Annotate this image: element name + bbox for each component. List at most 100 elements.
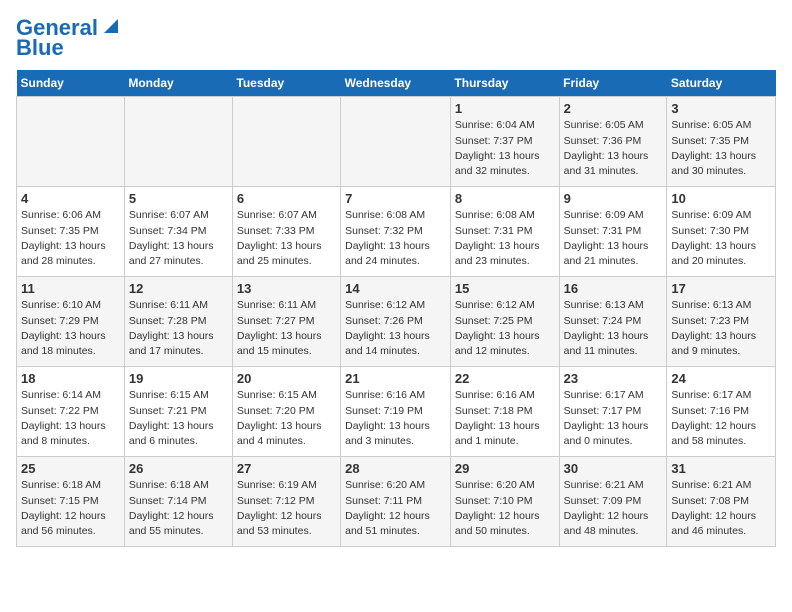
calendar-week-3: 11Sunrise: 6:10 AM Sunset: 7:29 PM Dayli…	[17, 277, 776, 367]
day-number: 13	[237, 281, 336, 296]
calendar-week-5: 25Sunrise: 6:18 AM Sunset: 7:15 PM Dayli…	[17, 457, 776, 547]
calendar-cell: 5 Sunrise: 6:07 AM Sunset: 7:34 PM Daylig…	[124, 187, 232, 277]
logo-icon	[100, 15, 122, 37]
calendar-cell: 27 Sunrise: 6:19 AM Sunset: 7:12 PM Dayli…	[232, 457, 340, 547]
day-number: 8	[455, 191, 555, 206]
calendar-cell: 10 Sunrise: 6:09 AM Sunset: 7:30 PM Dayli…	[667, 187, 776, 277]
calendar-body: 1 Sunrise: 6:04 AM Sunset: 7:37 PM Daylig…	[17, 97, 776, 547]
day-info: Sunrise: 6:16 AM Sunset: 7:19 PM Dayligh…	[345, 388, 446, 449]
weekday-header-tuesday: Tuesday	[232, 70, 340, 97]
day-number: 17	[671, 281, 771, 296]
calendar-cell: 24 Sunrise: 6:17 AM Sunset: 7:16 PM Dayli…	[667, 367, 776, 457]
day-number: 16	[564, 281, 663, 296]
weekday-header-sunday: Sunday	[17, 70, 125, 97]
calendar-cell: 1 Sunrise: 6:04 AM Sunset: 7:37 PM Daylig…	[450, 97, 559, 187]
calendar-cell	[17, 97, 125, 187]
day-number: 3	[671, 101, 771, 116]
calendar-cell: 26 Sunrise: 6:18 AM Sunset: 7:14 PM Dayli…	[124, 457, 232, 547]
day-number: 29	[455, 461, 555, 476]
day-number: 9	[564, 191, 663, 206]
calendar-cell	[232, 97, 340, 187]
day-info: Sunrise: 6:18 AM Sunset: 7:14 PM Dayligh…	[129, 478, 228, 539]
calendar-cell: 6 Sunrise: 6:07 AM Sunset: 7:33 PM Daylig…	[232, 187, 340, 277]
page-header: General Blue	[16, 16, 776, 60]
calendar-week-2: 4 Sunrise: 6:06 AM Sunset: 7:35 PM Daylig…	[17, 187, 776, 277]
calendar-cell	[341, 97, 451, 187]
day-info: Sunrise: 6:04 AM Sunset: 7:37 PM Dayligh…	[455, 118, 555, 179]
day-info: Sunrise: 6:21 AM Sunset: 7:08 PM Dayligh…	[671, 478, 771, 539]
day-info: Sunrise: 6:11 AM Sunset: 7:27 PM Dayligh…	[237, 298, 336, 359]
day-number: 19	[129, 371, 228, 386]
weekday-header-wednesday: Wednesday	[341, 70, 451, 97]
calendar-cell: 31 Sunrise: 6:21 AM Sunset: 7:08 PM Dayli…	[667, 457, 776, 547]
calendar-cell: 9 Sunrise: 6:09 AM Sunset: 7:31 PM Daylig…	[559, 187, 667, 277]
day-number: 7	[345, 191, 446, 206]
day-number: 14	[345, 281, 446, 296]
day-info: Sunrise: 6:18 AM Sunset: 7:15 PM Dayligh…	[21, 478, 120, 539]
calendar-cell	[124, 97, 232, 187]
day-number: 27	[237, 461, 336, 476]
calendar-cell: 12 Sunrise: 6:11 AM Sunset: 7:28 PM Dayli…	[124, 277, 232, 367]
calendar-cell: 11Sunrise: 6:10 AM Sunset: 7:29 PM Dayli…	[17, 277, 125, 367]
day-info: Sunrise: 6:17 AM Sunset: 7:16 PM Dayligh…	[671, 388, 771, 449]
logo: General Blue	[16, 16, 122, 60]
calendar-week-4: 18Sunrise: 6:14 AM Sunset: 7:22 PM Dayli…	[17, 367, 776, 457]
day-info: Sunrise: 6:13 AM Sunset: 7:23 PM Dayligh…	[671, 298, 771, 359]
day-number: 22	[455, 371, 555, 386]
day-info: Sunrise: 6:20 AM Sunset: 7:10 PM Dayligh…	[455, 478, 555, 539]
day-number: 5	[129, 191, 228, 206]
calendar-cell: 21 Sunrise: 6:16 AM Sunset: 7:19 PM Dayli…	[341, 367, 451, 457]
day-number: 12	[129, 281, 228, 296]
weekday-header-saturday: Saturday	[667, 70, 776, 97]
day-info: Sunrise: 6:07 AM Sunset: 7:34 PM Dayligh…	[129, 208, 228, 269]
calendar-cell: 22 Sunrise: 6:16 AM Sunset: 7:18 PM Dayli…	[450, 367, 559, 457]
day-info: Sunrise: 6:12 AM Sunset: 7:26 PM Dayligh…	[345, 298, 446, 359]
day-info: Sunrise: 6:21 AM Sunset: 7:09 PM Dayligh…	[564, 478, 663, 539]
day-info: Sunrise: 6:08 AM Sunset: 7:31 PM Dayligh…	[455, 208, 555, 269]
day-info: Sunrise: 6:11 AM Sunset: 7:28 PM Dayligh…	[129, 298, 228, 359]
calendar-cell: 29 Sunrise: 6:20 AM Sunset: 7:10 PM Dayli…	[450, 457, 559, 547]
day-info: Sunrise: 6:06 AM Sunset: 7:35 PM Dayligh…	[21, 208, 120, 269]
day-info: Sunrise: 6:15 AM Sunset: 7:20 PM Dayligh…	[237, 388, 336, 449]
day-info: Sunrise: 6:12 AM Sunset: 7:25 PM Dayligh…	[455, 298, 555, 359]
day-number: 26	[129, 461, 228, 476]
weekday-header-row: SundayMondayTuesdayWednesdayThursdayFrid…	[17, 70, 776, 97]
day-number: 20	[237, 371, 336, 386]
calendar-cell: 17 Sunrise: 6:13 AM Sunset: 7:23 PM Dayli…	[667, 277, 776, 367]
day-number: 31	[671, 461, 771, 476]
day-info: Sunrise: 6:16 AM Sunset: 7:18 PM Dayligh…	[455, 388, 555, 449]
day-info: Sunrise: 6:20 AM Sunset: 7:11 PM Dayligh…	[345, 478, 446, 539]
day-info: Sunrise: 6:05 AM Sunset: 7:36 PM Dayligh…	[564, 118, 663, 179]
day-number: 11	[21, 281, 120, 296]
day-number: 28	[345, 461, 446, 476]
day-number: 15	[455, 281, 555, 296]
calendar-cell: 13 Sunrise: 6:11 AM Sunset: 7:27 PM Dayli…	[232, 277, 340, 367]
day-info: Sunrise: 6:14 AM Sunset: 7:22 PM Dayligh…	[21, 388, 120, 449]
calendar-cell: 8 Sunrise: 6:08 AM Sunset: 7:31 PM Daylig…	[450, 187, 559, 277]
calendar-cell: 15 Sunrise: 6:12 AM Sunset: 7:25 PM Dayli…	[450, 277, 559, 367]
day-number: 10	[671, 191, 771, 206]
calendar-cell: 18Sunrise: 6:14 AM Sunset: 7:22 PM Dayli…	[17, 367, 125, 457]
calendar-cell: 2Sunrise: 6:05 AM Sunset: 7:36 PM Daylig…	[559, 97, 667, 187]
day-number: 1	[455, 101, 555, 116]
day-number: 24	[671, 371, 771, 386]
day-info: Sunrise: 6:19 AM Sunset: 7:12 PM Dayligh…	[237, 478, 336, 539]
day-info: Sunrise: 6:09 AM Sunset: 7:31 PM Dayligh…	[564, 208, 663, 269]
day-info: Sunrise: 6:09 AM Sunset: 7:30 PM Dayligh…	[671, 208, 771, 269]
day-info: Sunrise: 6:17 AM Sunset: 7:17 PM Dayligh…	[564, 388, 663, 449]
calendar-cell: 4 Sunrise: 6:06 AM Sunset: 7:35 PM Daylig…	[17, 187, 125, 277]
day-number: 6	[237, 191, 336, 206]
calendar-cell: 25Sunrise: 6:18 AM Sunset: 7:15 PM Dayli…	[17, 457, 125, 547]
day-number: 4	[21, 191, 120, 206]
calendar-cell: 7Sunrise: 6:08 AM Sunset: 7:32 PM Daylig…	[341, 187, 451, 277]
weekday-header-monday: Monday	[124, 70, 232, 97]
calendar-cell: 20 Sunrise: 6:15 AM Sunset: 7:20 PM Dayli…	[232, 367, 340, 457]
calendar-cell: 14 Sunrise: 6:12 AM Sunset: 7:26 PM Dayli…	[341, 277, 451, 367]
day-number: 30	[564, 461, 663, 476]
day-info: Sunrise: 6:15 AM Sunset: 7:21 PM Dayligh…	[129, 388, 228, 449]
calendar-cell: 23Sunrise: 6:17 AM Sunset: 7:17 PM Dayli…	[559, 367, 667, 457]
calendar-cell: 19 Sunrise: 6:15 AM Sunset: 7:21 PM Dayli…	[124, 367, 232, 457]
day-info: Sunrise: 6:07 AM Sunset: 7:33 PM Dayligh…	[237, 208, 336, 269]
day-number: 21	[345, 371, 446, 386]
day-info: Sunrise: 6:13 AM Sunset: 7:24 PM Dayligh…	[564, 298, 663, 359]
